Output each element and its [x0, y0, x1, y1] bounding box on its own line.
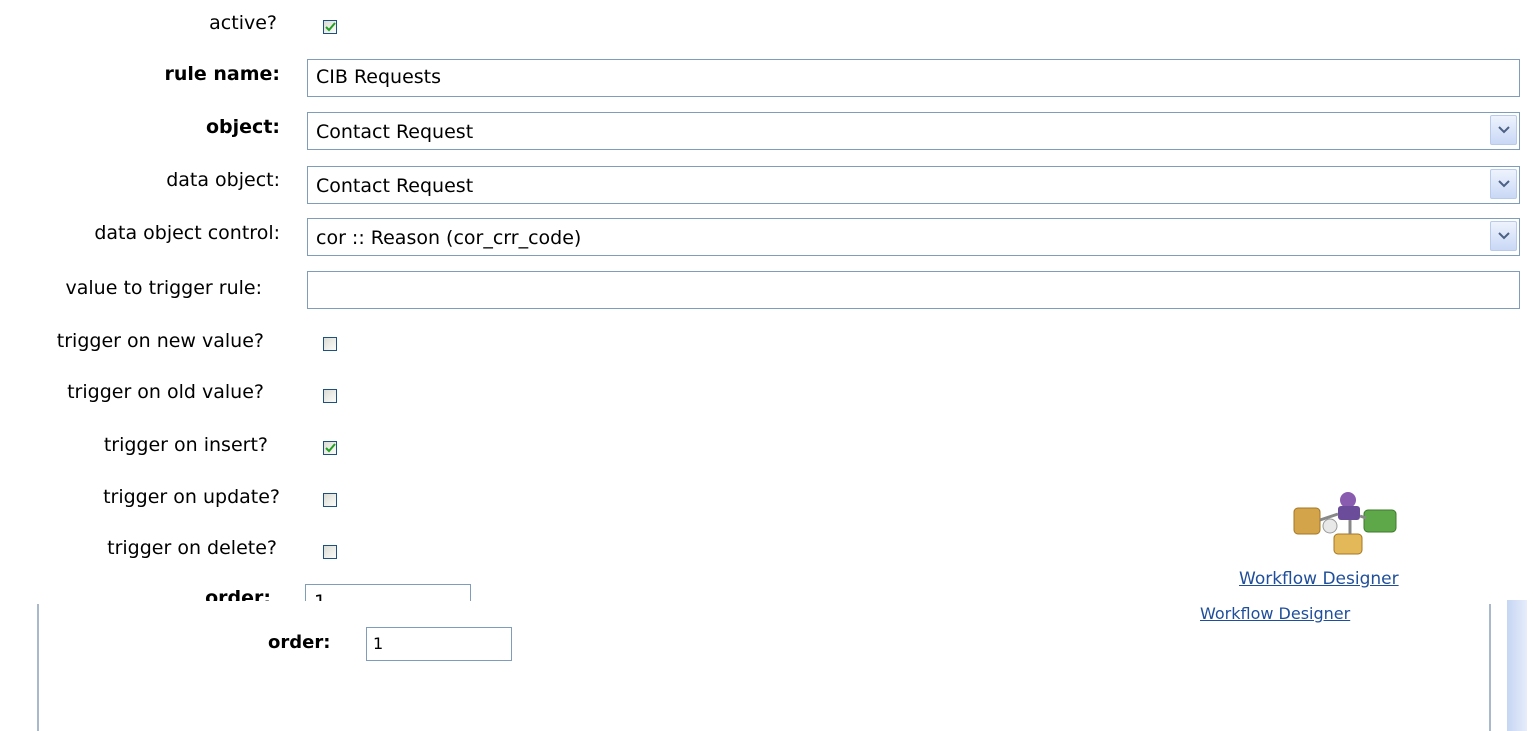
trigger-update-label: trigger on update?	[103, 486, 280, 508]
panel-left-border	[37, 604, 39, 731]
order-input[interactable]: 1	[305, 584, 471, 601]
lower-order-value: 1	[373, 634, 384, 653]
order-value: 1	[314, 591, 326, 601]
trigger-insert-label: trigger on insert?	[103, 434, 268, 456]
lower-order-input[interactable]: 1	[366, 627, 512, 661]
panel-right-border	[1489, 604, 1491, 731]
trigger-delete-label: trigger on delete?	[107, 537, 277, 559]
trigger-old-checkbox[interactable]	[323, 389, 337, 403]
value-to-trigger-label: value to trigger rule:	[65, 277, 262, 299]
data-object-control-select[interactable]: cor :: Reason (cor_crr_code)	[307, 218, 1520, 256]
object-value: Contact Request	[316, 121, 474, 143]
trigger-delete-checkbox[interactable]	[323, 545, 337, 559]
checkmark-icon	[325, 22, 336, 32]
chevron-down-icon[interactable]	[1490, 221, 1517, 251]
data-object-control-value: cor :: Reason (cor_crr_code)	[316, 227, 582, 249]
chevron-down-icon[interactable]	[1490, 115, 1517, 145]
order-label: order:	[205, 587, 271, 601]
rule-name-value: CIB Requests	[316, 66, 442, 88]
active-checkbox[interactable]	[323, 20, 337, 34]
checkmark-icon	[325, 443, 336, 453]
trigger-new-label: trigger on new value?	[56, 330, 264, 352]
value-to-trigger-input[interactable]	[307, 271, 1520, 309]
object-label: object:	[206, 116, 280, 138]
lower-workflow-designer-link[interactable]: Workflow Designer	[1200, 604, 1350, 623]
trigger-update-checkbox[interactable]	[323, 493, 337, 507]
trigger-new-checkbox[interactable]	[323, 337, 337, 351]
trigger-old-label: trigger on old value?	[67, 381, 264, 403]
trigger-insert-checkbox[interactable]	[323, 441, 337, 455]
rule-name-input[interactable]: CIB Requests	[307, 59, 1520, 97]
active-label: active?	[209, 12, 277, 34]
workflow-designer-icon[interactable]	[1290, 488, 1400, 560]
lower-order-label: order:	[268, 632, 331, 653]
data-object-value: Contact Request	[316, 175, 474, 197]
rule-name-label: rule name:	[164, 63, 280, 85]
right-scroll-strip	[1507, 600, 1527, 731]
chevron-down-icon[interactable]	[1490, 169, 1517, 199]
workflow-designer-link[interactable]: Workflow Designer	[1239, 569, 1399, 589]
data-object-label: data object:	[166, 169, 280, 191]
data-object-select[interactable]: Contact Request	[307, 166, 1520, 204]
object-select[interactable]: Contact Request	[307, 112, 1520, 150]
data-object-control-label: data object control:	[94, 222, 280, 244]
